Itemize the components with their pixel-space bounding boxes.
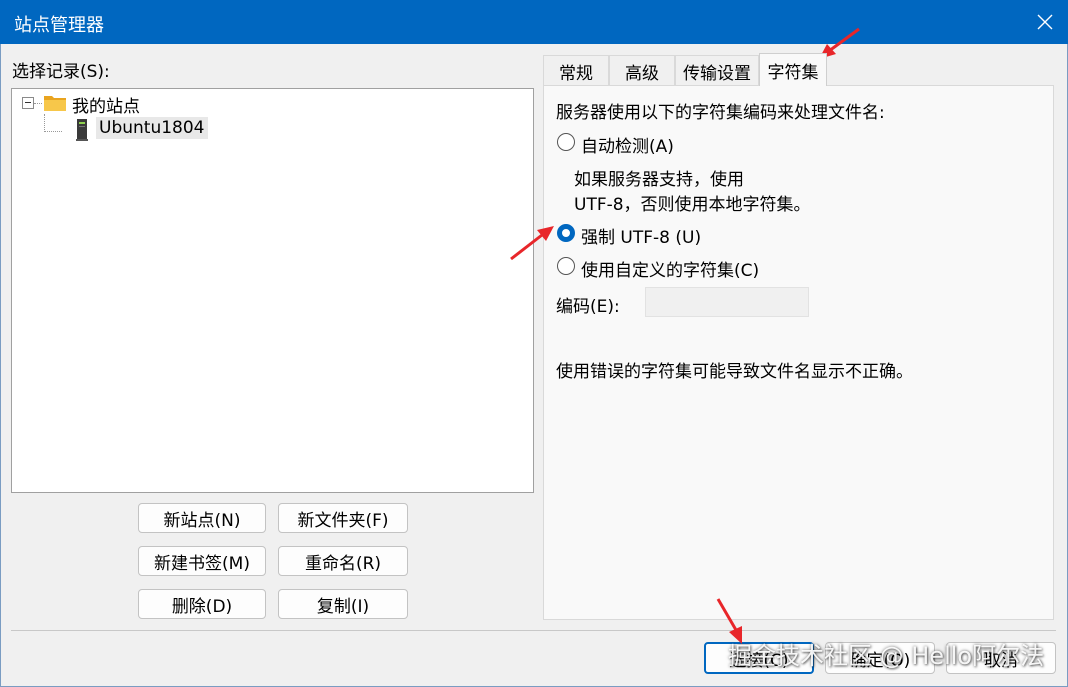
force-utf8-radio[interactable]	[557, 224, 575, 242]
new-site-button[interactable]: 新站点(N)	[138, 503, 266, 533]
annotation-arrow-icon	[510, 226, 554, 261]
tab-transfer-settings[interactable]: 传输设置	[675, 55, 759, 86]
collapse-toggle[interactable]	[22, 97, 34, 109]
tree-connector	[44, 114, 45, 132]
auto-detect-label[interactable]: 自动检测(A)	[581, 132, 674, 157]
tree-item-my-sites[interactable]: 我的站点	[72, 92, 140, 117]
connect-button[interactable]: 连接(C)	[704, 642, 814, 674]
select-entry-label: 选择记录(S):	[12, 62, 110, 82]
folder-icon	[44, 96, 66, 111]
tree-connector	[34, 103, 42, 104]
charset-heading: 服务器使用以下的字符集编码来处理文件名:	[556, 103, 885, 123]
cancel-button[interactable]: 取消	[946, 642, 1056, 674]
new-folder-button[interactable]: 新文件夹(F)	[278, 503, 408, 533]
delete-button[interactable]: 删除(D)	[138, 589, 266, 619]
tab-advanced[interactable]: 高级	[609, 55, 675, 86]
tree-connector	[44, 131, 62, 132]
tab-charset[interactable]: 字符集	[759, 53, 827, 86]
ok-button[interactable]: 确定(O)	[825, 642, 935, 674]
footer-divider	[11, 630, 1056, 631]
close-icon	[1037, 14, 1053, 30]
tab-general[interactable]: 常规	[543, 55, 609, 86]
duplicate-button[interactable]: 复制(I)	[278, 589, 408, 619]
custom-charset-radio[interactable]	[557, 257, 575, 275]
tree-item-site[interactable]: Ubuntu1804	[96, 117, 208, 139]
encoding-label: 编码(E):	[556, 297, 620, 317]
window-title: 站点管理器	[14, 15, 104, 36]
annotation-arrow-icon	[716, 598, 742, 644]
site-tree[interactable]	[11, 88, 534, 493]
server-icon	[76, 119, 88, 141]
custom-charset-label[interactable]: 使用自定义的字符集(C)	[581, 256, 759, 281]
title-bar: 站点管理器	[0, 0, 1068, 44]
new-bookmark-button[interactable]: 新建书签(M)	[138, 546, 266, 576]
charset-warning: 使用错误的字符集可能导致文件名显示不正确。	[556, 362, 913, 382]
close-button[interactable]	[1022, 0, 1068, 44]
rename-button[interactable]: 重命名(R)	[278, 546, 408, 576]
auto-detect-radio[interactable]	[557, 133, 575, 151]
force-utf8-label[interactable]: 强制 UTF-8 (U)	[581, 223, 701, 248]
encoding-input[interactable]	[645, 287, 809, 317]
auto-detect-description: UTF-8，否则使用本地字符集。	[574, 195, 811, 215]
auto-detect-description: 如果服务器支持，使用	[574, 170, 744, 190]
